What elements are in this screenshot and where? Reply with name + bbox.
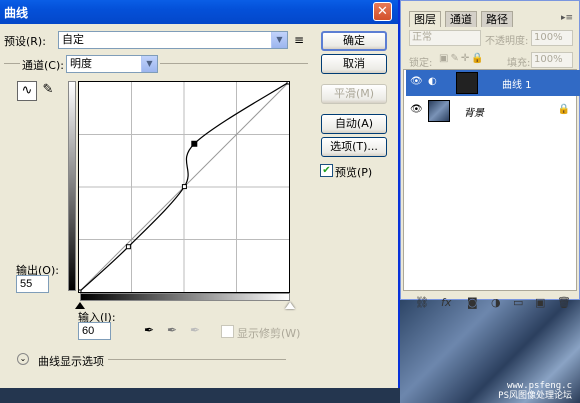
display-options-label[interactable]: 曲线显示选项 bbox=[38, 353, 104, 369]
curve-control-point[interactable] bbox=[191, 140, 198, 147]
show-clipping-label: 显示修剪(W) bbox=[237, 327, 301, 340]
adjustment-layer-icon[interactable]: ◑ bbox=[491, 296, 501, 309]
channel-select[interactable]: 明度 ▼ bbox=[66, 55, 158, 73]
adjustment-link-icon: ◐ bbox=[428, 76, 437, 87]
gray-eyedropper-icon[interactable]: ✒ bbox=[163, 321, 181, 339]
watermark-url: www.psfeng.c bbox=[506, 381, 572, 391]
link-layers-icon[interactable]: ⛓ bbox=[415, 296, 429, 309]
group-divider bbox=[108, 359, 286, 360]
input-field[interactable] bbox=[78, 322, 111, 340]
group-divider bbox=[4, 63, 20, 64]
blend-mode-value: 正常 bbox=[412, 32, 432, 43]
trash-icon[interactable]: 🗑 bbox=[557, 296, 571, 309]
curve-graph[interactable] bbox=[78, 81, 290, 293]
auto-button[interactable]: 自动(A) bbox=[321, 114, 387, 134]
lock-icons[interactable]: ▣✎✛🔒 bbox=[439, 53, 486, 64]
preset-select[interactable]: 自定 ▼ bbox=[58, 31, 288, 49]
curve-point-tool-icon[interactable]: ∿ bbox=[17, 81, 37, 101]
watermark: www.psfeng.c PS风图像处理论坛 bbox=[498, 381, 572, 401]
output-gradient-bar bbox=[68, 81, 76, 291]
panel-menu-icon[interactable]: ▸≡ bbox=[561, 13, 573, 23]
background-strip bbox=[0, 388, 400, 403]
opacity-value: 100% bbox=[534, 32, 563, 43]
lock-label: 锁定: bbox=[409, 58, 433, 69]
eye-icon[interactable]: 👁 bbox=[410, 104, 423, 115]
pencil-icon[interactable]: ✎ bbox=[38, 81, 58, 101]
tab-channels[interactable]: 通道 bbox=[445, 11, 477, 27]
output-field[interactable] bbox=[16, 275, 49, 293]
dialog-title: 曲线 bbox=[4, 6, 29, 20]
curves-dialog: 曲线 ✕ 预设(R): 自定 ▼ ≡ 通道(C): 明度 ▼ ∿ ✎ 输出(O)… bbox=[0, 0, 400, 388]
layer-style-icon[interactable]: fx bbox=[441, 296, 451, 309]
preset-menu-icon[interactable]: ≡ bbox=[294, 33, 304, 47]
layer-mask-thumbnail[interactable] bbox=[456, 72, 478, 94]
lock-icon: 🔒 bbox=[557, 104, 570, 115]
layer-row-background[interactable]: 👁 背景 🔒 bbox=[406, 98, 580, 124]
add-mask-icon[interactable]: ◙ bbox=[467, 296, 478, 309]
expand-chevron-icon[interactable]: ⌄ bbox=[17, 353, 29, 365]
opacity-label: 不透明度: bbox=[485, 36, 529, 47]
tab-paths[interactable]: 路径 bbox=[481, 11, 513, 27]
channel-value: 明度 bbox=[70, 57, 92, 70]
tab-layers[interactable]: 图层 bbox=[409, 11, 441, 27]
curve-control-point[interactable] bbox=[286, 82, 289, 85]
curve-control-point[interactable] bbox=[79, 289, 82, 292]
chevron-down-icon: ▼ bbox=[271, 32, 287, 48]
watermark-site: PS风图像处理论坛 bbox=[498, 391, 572, 401]
chevron-down-icon: ▼ bbox=[141, 56, 157, 72]
blend-mode-select[interactable]: 正常 bbox=[409, 30, 481, 46]
layer-name[interactable]: 曲线 1 bbox=[502, 76, 532, 91]
preview-checkbox[interactable]: ✔ bbox=[320, 164, 333, 177]
preset-label: 预设(R): bbox=[4, 35, 46, 48]
eye-icon[interactable]: 👁 bbox=[410, 76, 423, 87]
curve-control-point[interactable] bbox=[125, 244, 131, 250]
fill-label: 填充: bbox=[507, 58, 531, 69]
show-clipping-checkbox[interactable] bbox=[221, 325, 234, 338]
group-divider bbox=[160, 63, 308, 64]
new-layer-icon[interactable]: ▣ bbox=[535, 296, 545, 309]
white-point-slider[interactable] bbox=[285, 302, 295, 309]
channel-label: 通道(C): bbox=[22, 59, 64, 72]
input-gradient-bar bbox=[80, 293, 290, 301]
cancel-button[interactable]: 取消 bbox=[321, 54, 387, 74]
black-point-slider[interactable] bbox=[75, 302, 85, 309]
options-button[interactable]: 选项(T)... bbox=[321, 137, 387, 157]
curve-control-point[interactable] bbox=[181, 184, 187, 190]
black-eyedropper-icon[interactable]: ✒ bbox=[140, 321, 158, 339]
fill-value: 100% bbox=[534, 54, 563, 65]
ok-button[interactable]: 确定 bbox=[321, 31, 387, 51]
fill-field[interactable]: 100% bbox=[531, 52, 573, 68]
layer-thumbnail[interactable] bbox=[428, 100, 450, 122]
close-button[interactable]: ✕ bbox=[373, 2, 392, 21]
layer-row-curves[interactable]: 👁 ◐ 曲线 1 bbox=[406, 70, 580, 96]
preset-value: 自定 bbox=[62, 33, 84, 46]
layers-panel: 图层 通道 路径 ▸≡ 正常 不透明度: 100% 锁定: ▣✎✛🔒 填充: 1… bbox=[400, 0, 580, 309]
new-group-icon[interactable]: ▭ bbox=[513, 296, 523, 309]
white-eyedropper-icon[interactable]: ✒ bbox=[186, 321, 204, 339]
smooth-button[interactable]: 平滑(M) bbox=[321, 84, 387, 104]
dialog-titlebar[interactable]: 曲线 ✕ bbox=[0, 0, 398, 24]
opacity-field[interactable]: 100% bbox=[531, 30, 573, 46]
layer-name[interactable]: 背景 bbox=[464, 104, 484, 119]
layers-list: 👁 ◐ 曲线 1 👁 背景 🔒 bbox=[403, 69, 580, 291]
curve-graph-svg bbox=[79, 82, 289, 292]
preview-label: 预览(P) bbox=[335, 166, 373, 179]
